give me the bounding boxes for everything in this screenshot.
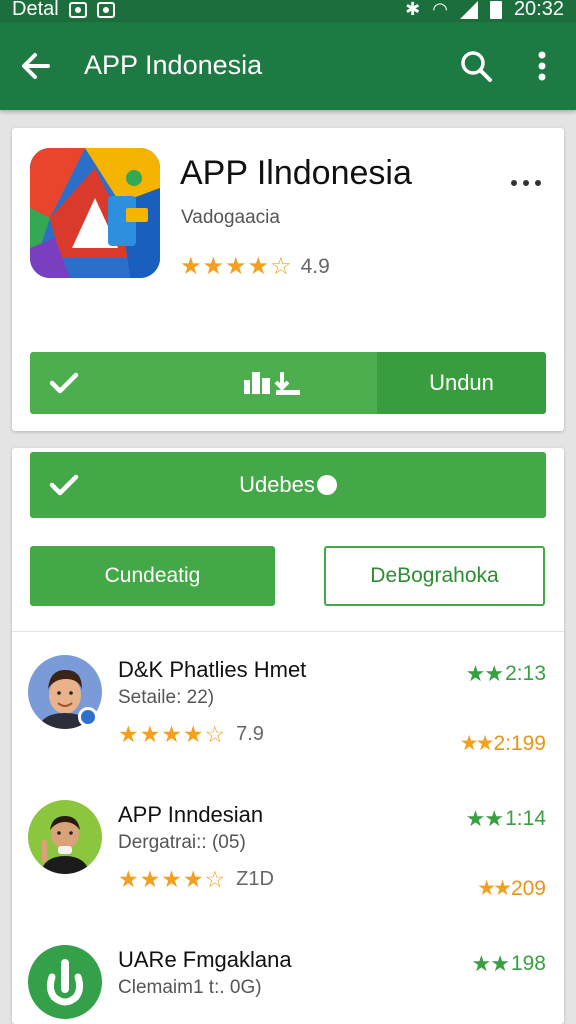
carrier-text: Detal: [12, 0, 59, 20]
back-arrow-icon[interactable]: [16, 46, 56, 86]
developer-name[interactable]: Vadogaacia: [181, 207, 280, 229]
item-rating: ★★★★☆ 7.9: [118, 721, 264, 748]
status-bar: Detal ✱ ◠ 20:32: [0, 0, 576, 22]
side-top-value: 2:13: [505, 662, 546, 685]
update-badge-icon: [316, 475, 337, 495]
green-stars: ★★: [471, 951, 510, 976]
rating-stars: ★★★★☆: [180, 253, 293, 280]
side-bottom-value: 209: [510, 876, 546, 900]
side-rating-bottom: ★★ 2:199: [460, 731, 546, 756]
update-button[interactable]: Udebes: [30, 452, 546, 518]
list-item[interactable]: D&K Phatlies Hmet Setaile: 22) ★★★★☆ 7.9…: [12, 655, 564, 795]
side-rating-top: ★★ 198: [472, 951, 547, 977]
app-rating: ★★★★☆ 4.9: [180, 252, 330, 281]
divider: [12, 631, 564, 632]
app-detail-card: APP Ilndonesia Vadogaacia ★★★★☆ 4.9 Undu…: [12, 128, 564, 431]
item-subtitle: Setaile: 22): [118, 687, 215, 708]
status-right: ✱ ◠ 20:32: [405, 0, 564, 21]
install-split-button[interactable]: Undun: [30, 352, 546, 414]
item-title: APP Inndesian: [118, 802, 264, 827]
more-vert-icon[interactable]: [526, 46, 558, 86]
item-stars: ★★★★☆: [118, 721, 227, 747]
status-time: 20:32: [513, 0, 564, 20]
side-rating-bottom: ★★ 209: [477, 876, 546, 901]
bluetooth-icon: ✱: [405, 0, 421, 19]
app-bar: APP Indonesia: [0, 22, 576, 110]
search-icon[interactable]: [456, 46, 496, 86]
item-rating-value: Z1D: [236, 868, 274, 890]
download-button[interactable]: Undun: [377, 352, 546, 414]
app-name: APP Ilndonesia: [180, 154, 412, 192]
item-subtitle: Clemaim1 t:. 0G): [118, 977, 262, 998]
avatar-badge-icon: [78, 707, 98, 727]
item-rating: ★★★★☆ Z1D: [118, 866, 274, 893]
app-logo-icon: [30, 148, 160, 278]
item-stars: ★★★★☆: [118, 866, 227, 892]
side-rating-top: ★★ 1:14: [466, 806, 546, 832]
app-bar-title: APP Indonesia: [84, 50, 263, 80]
list-item[interactable]: UARe Fmgaklana Clemaim1 t:. 0G) ★★ 198: [12, 945, 564, 1024]
photo-icon: [96, 1, 115, 18]
green-stars: ★★: [465, 806, 504, 831]
list-item[interactable]: APP Inndesian Dergatrai:: (05) ★★★★☆ Z1D…: [12, 800, 564, 940]
more-horiz-icon[interactable]: [506, 168, 546, 198]
side-top-value: 198: [510, 952, 546, 975]
power-icon: [28, 945, 102, 1019]
status-left: Detal: [12, 0, 115, 21]
item-rating-value: 7.9: [236, 723, 264, 745]
primary-action-button[interactable]: Cundeatig: [30, 546, 275, 606]
actions-card: Udebes Cundeatig DeBograhoka D&K Phatlie…: [12, 448, 564, 1024]
check-icon: [48, 470, 80, 506]
secondary-action-button[interactable]: DeBograhoka: [324, 546, 545, 606]
signal-icon: [459, 0, 478, 19]
rating-value: 4.9: [300, 254, 330, 278]
person-avatar: [28, 800, 102, 874]
installed-part[interactable]: [30, 352, 377, 414]
side-rating-top: ★★ 2:13: [466, 661, 546, 687]
green-stars: ★★: [465, 661, 504, 686]
check-icon: [48, 368, 80, 403]
battery-icon: [489, 0, 502, 19]
image-icon: [68, 1, 87, 18]
item-subtitle: Dergatrai:: (05): [118, 832, 246, 853]
bars-icon: [242, 368, 302, 403]
orange-stars: ★★: [477, 877, 512, 900]
update-label: Udebes: [239, 472, 315, 497]
side-bottom-value: 2:199: [493, 731, 546, 755]
item-title: UARe Fmgaklana: [118, 947, 292, 972]
item-title: D&K Phatlies Hmet: [118, 657, 307, 682]
wifi-icon: ◠: [432, 0, 448, 19]
side-top-value: 1:14: [505, 807, 546, 830]
orange-stars: ★★: [459, 732, 495, 755]
